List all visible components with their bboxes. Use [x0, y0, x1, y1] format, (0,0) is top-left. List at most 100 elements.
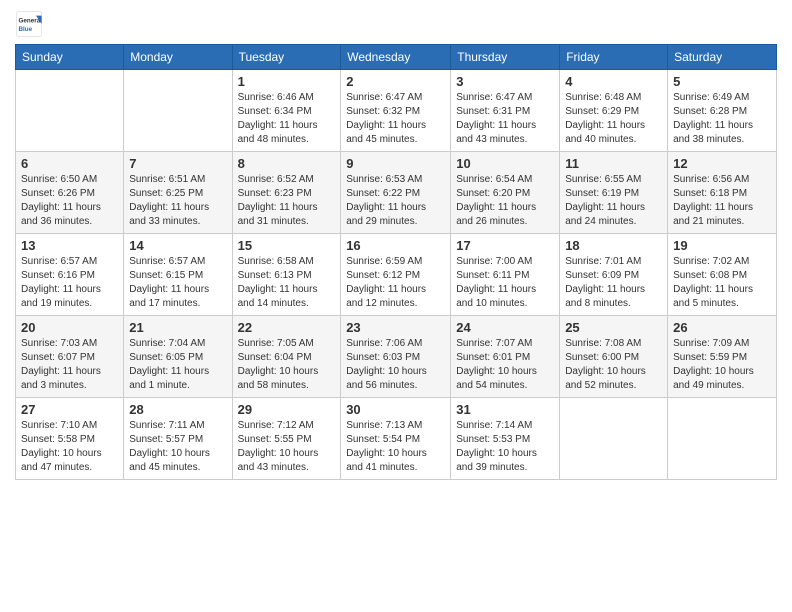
day-info: Sunrise: 7:13 AM Sunset: 5:54 PM Dayligh… [346, 419, 445, 475]
day-number: 31 [456, 402, 554, 417]
day-number: 4 [565, 74, 662, 89]
calendar-cell: 4 Sunrise: 6:48 AM Sunset: 6:29 PM Daylig… [560, 70, 668, 152]
day-info: Sunrise: 6:55 AM Sunset: 6:19 PM Dayligh… [565, 173, 662, 229]
day-info: Sunrise: 7:02 AM Sunset: 6:08 PM Dayligh… [673, 255, 771, 311]
day-info: Sunrise: 6:54 AM Sunset: 6:20 PM Dayligh… [456, 173, 554, 229]
day-info: Sunrise: 7:01 AM Sunset: 6:09 PM Dayligh… [565, 255, 662, 311]
day-number: 30 [346, 402, 445, 417]
day-info: Sunrise: 7:11 AM Sunset: 5:57 PM Dayligh… [129, 419, 226, 475]
day-info: Sunrise: 6:50 AM Sunset: 6:26 PM Dayligh… [21, 173, 118, 229]
day-info: Sunrise: 6:57 AM Sunset: 6:15 PM Dayligh… [129, 255, 226, 311]
calendar-cell: 8 Sunrise: 6:52 AM Sunset: 6:23 PM Daylig… [232, 152, 341, 234]
day-number: 5 [673, 74, 771, 89]
day-info: Sunrise: 6:48 AM Sunset: 6:29 PM Dayligh… [565, 91, 662, 147]
calendar-cell: 14 Sunrise: 6:57 AM Sunset: 6:15 PM Dayli… [124, 234, 232, 316]
calendar-cell: 18 Sunrise: 7:01 AM Sunset: 6:09 PM Dayli… [560, 234, 668, 316]
calendar-week-row: 27 Sunrise: 7:10 AM Sunset: 5:58 PM Dayli… [16, 398, 777, 480]
calendar-cell: 2 Sunrise: 6:47 AM Sunset: 6:32 PM Daylig… [341, 70, 451, 152]
calendar-cell [560, 398, 668, 480]
day-info: Sunrise: 6:52 AM Sunset: 6:23 PM Dayligh… [238, 173, 336, 229]
day-info: Sunrise: 6:47 AM Sunset: 6:32 PM Dayligh… [346, 91, 445, 147]
calendar-cell [668, 398, 777, 480]
day-number: 16 [346, 238, 445, 253]
day-number: 1 [238, 74, 336, 89]
logo: General Blue [15, 10, 43, 38]
day-info: Sunrise: 6:51 AM Sunset: 6:25 PM Dayligh… [129, 173, 226, 229]
day-number: 23 [346, 320, 445, 335]
calendar-week-row: 13 Sunrise: 6:57 AM Sunset: 6:16 PM Dayli… [16, 234, 777, 316]
calendar-cell: 31Sunrise: 7:14 AM Sunset: 5:53 PM Dayli… [451, 398, 560, 480]
calendar-cell: 22 Sunrise: 7:05 AM Sunset: 6:04 PM Dayli… [232, 316, 341, 398]
day-number: 6 [21, 156, 118, 171]
calendar-cell: 10Sunrise: 6:54 AM Sunset: 6:20 PM Dayli… [451, 152, 560, 234]
day-info: Sunrise: 6:49 AM Sunset: 6:28 PM Dayligh… [673, 91, 771, 147]
logo-icon: General Blue [15, 10, 43, 38]
calendar-cell: 11Sunrise: 6:55 AM Sunset: 6:19 PM Dayli… [560, 152, 668, 234]
weekday-header-saturday: Saturday [668, 45, 777, 70]
weekday-header-friday: Friday [560, 45, 668, 70]
calendar-cell: 6 Sunrise: 6:50 AM Sunset: 6:26 PM Daylig… [16, 152, 124, 234]
day-number: 7 [129, 156, 226, 171]
calendar-cell: 28 Sunrise: 7:11 AM Sunset: 5:57 PM Dayli… [124, 398, 232, 480]
calendar-week-row: 20 Sunrise: 7:03 AM Sunset: 6:07 PM Dayli… [16, 316, 777, 398]
day-info: Sunrise: 6:58 AM Sunset: 6:13 PM Dayligh… [238, 255, 336, 311]
day-info: Sunrise: 6:59 AM Sunset: 6:12 PM Dayligh… [346, 255, 445, 311]
calendar-cell: 23 Sunrise: 7:06 AM Sunset: 6:03 PM Dayli… [341, 316, 451, 398]
calendar-week-row: 6 Sunrise: 6:50 AM Sunset: 6:26 PM Daylig… [16, 152, 777, 234]
weekday-header-thursday: Thursday [451, 45, 560, 70]
calendar-cell: 1 Sunrise: 6:46 AM Sunset: 6:34 PM Daylig… [232, 70, 341, 152]
calendar-cell: 21Sunrise: 7:04 AM Sunset: 6:05 PM Dayli… [124, 316, 232, 398]
calendar-cell: 5 Sunrise: 6:49 AM Sunset: 6:28 PM Daylig… [668, 70, 777, 152]
day-info: Sunrise: 7:06 AM Sunset: 6:03 PM Dayligh… [346, 337, 445, 393]
calendar-cell: 9 Sunrise: 6:53 AM Sunset: 6:22 PM Daylig… [341, 152, 451, 234]
calendar-cell: 25Sunrise: 7:08 AM Sunset: 6:00 PM Dayli… [560, 316, 668, 398]
day-number: 2 [346, 74, 445, 89]
day-number: 24 [456, 320, 554, 335]
day-number: 29 [238, 402, 336, 417]
day-info: Sunrise: 7:05 AM Sunset: 6:04 PM Dayligh… [238, 337, 336, 393]
day-number: 20 [21, 320, 118, 335]
day-info: Sunrise: 7:07 AM Sunset: 6:01 PM Dayligh… [456, 337, 554, 393]
calendar-cell: 19 Sunrise: 7:02 AM Sunset: 6:08 PM Dayli… [668, 234, 777, 316]
calendar-cell [16, 70, 124, 152]
day-info: Sunrise: 6:53 AM Sunset: 6:22 PM Dayligh… [346, 173, 445, 229]
day-info: Sunrise: 7:08 AM Sunset: 6:00 PM Dayligh… [565, 337, 662, 393]
day-number: 21 [129, 320, 226, 335]
day-number: 8 [238, 156, 336, 171]
calendar-cell: 13 Sunrise: 6:57 AM Sunset: 6:16 PM Dayli… [16, 234, 124, 316]
day-info: Sunrise: 7:03 AM Sunset: 6:07 PM Dayligh… [21, 337, 118, 393]
day-number: 12 [673, 156, 771, 171]
weekday-header-wednesday: Wednesday [341, 45, 451, 70]
day-number: 9 [346, 156, 445, 171]
day-number: 27 [21, 402, 118, 417]
svg-text:Blue: Blue [19, 26, 33, 33]
day-info: Sunrise: 7:10 AM Sunset: 5:58 PM Dayligh… [21, 419, 118, 475]
day-info: Sunrise: 6:56 AM Sunset: 6:18 PM Dayligh… [673, 173, 771, 229]
day-number: 3 [456, 74, 554, 89]
calendar-cell: 3Sunrise: 6:47 AM Sunset: 6:31 PM Daylig… [451, 70, 560, 152]
day-number: 18 [565, 238, 662, 253]
calendar-cell: 16 Sunrise: 6:59 AM Sunset: 6:12 PM Dayli… [341, 234, 451, 316]
calendar-cell: 30 Sunrise: 7:13 AM Sunset: 5:54 PM Dayli… [341, 398, 451, 480]
calendar-week-row: 1 Sunrise: 6:46 AM Sunset: 6:34 PM Daylig… [16, 70, 777, 152]
calendar-cell: 12 Sunrise: 6:56 AM Sunset: 6:18 PM Dayli… [668, 152, 777, 234]
calendar-cell: 29Sunrise: 7:12 AM Sunset: 5:55 PM Dayli… [232, 398, 341, 480]
day-number: 26 [673, 320, 771, 335]
day-info: Sunrise: 6:57 AM Sunset: 6:16 PM Dayligh… [21, 255, 118, 311]
day-number: 22 [238, 320, 336, 335]
calendar-cell: 26 Sunrise: 7:09 AM Sunset: 5:59 PM Dayli… [668, 316, 777, 398]
weekday-header-sunday: Sunday [16, 45, 124, 70]
calendar-cell: 20 Sunrise: 7:03 AM Sunset: 6:07 PM Dayli… [16, 316, 124, 398]
day-number: 19 [673, 238, 771, 253]
calendar-table: SundayMondayTuesdayWednesdayThursdayFrid… [15, 44, 777, 480]
calendar-cell: 17Sunrise: 7:00 AM Sunset: 6:11 PM Dayli… [451, 234, 560, 316]
day-number: 28 [129, 402, 226, 417]
day-number: 14 [129, 238, 226, 253]
calendar-cell: 24 Sunrise: 7:07 AM Sunset: 6:01 PM Dayli… [451, 316, 560, 398]
day-info: Sunrise: 6:46 AM Sunset: 6:34 PM Dayligh… [238, 91, 336, 147]
day-info: Sunrise: 7:00 AM Sunset: 6:11 PM Dayligh… [456, 255, 554, 311]
day-number: 15 [238, 238, 336, 253]
weekday-header-monday: Monday [124, 45, 232, 70]
day-info: Sunrise: 7:09 AM Sunset: 5:59 PM Dayligh… [673, 337, 771, 393]
day-number: 13 [21, 238, 118, 253]
